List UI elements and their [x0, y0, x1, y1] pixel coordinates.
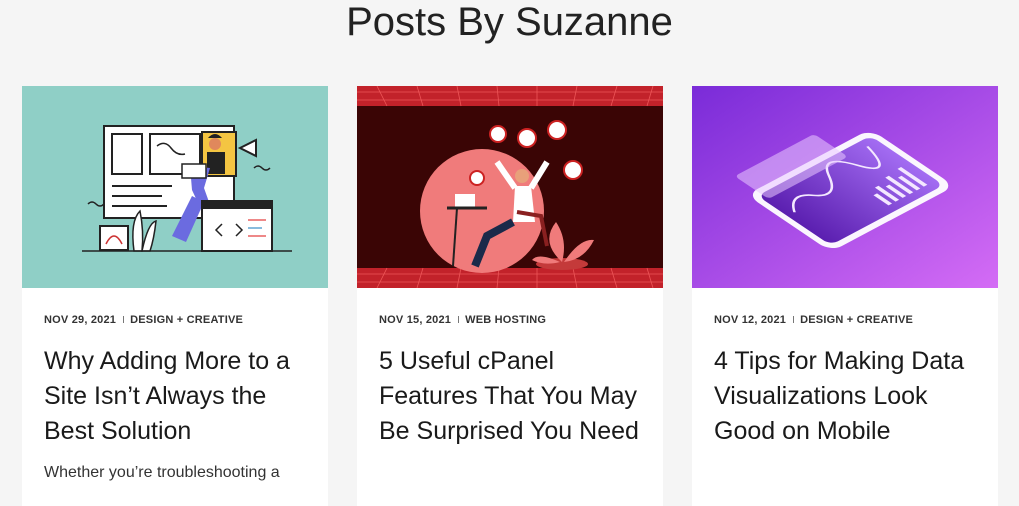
post-card[interactable]: NOV 15, 2021 WEB HOSTING 5 Useful cPanel … — [357, 86, 663, 506]
post-title-link[interactable]: 4 Tips for Making Data Visualizations Lo… — [714, 344, 989, 449]
meta-divider — [793, 316, 795, 324]
post-date: NOV 15, 2021 — [379, 314, 452, 326]
post-date: NOV 29, 2021 — [44, 314, 117, 326]
post-category-link[interactable]: WEB HOSTING — [465, 314, 546, 326]
post-thumbnail[interactable] — [22, 86, 328, 288]
post-excerpt: Whether you’re troubleshooting a — [44, 464, 280, 481]
post-card[interactable]: NOV 12, 2021 DESIGN + CREATIVE 4 Tips for… — [692, 86, 998, 506]
post-card[interactable]: NOV 29, 2021 DESIGN + CREATIVE Why Adding… — [22, 86, 328, 506]
post-thumbnail[interactable] — [357, 86, 663, 288]
mobile-chart-illustration-icon — [692, 86, 998, 288]
post-title-link[interactable]: Why Adding More to a Site Isn’t Always t… — [44, 344, 319, 449]
page-title: Posts By Suzanne — [346, 0, 673, 44]
post-meta: NOV 12, 2021 DESIGN + CREATIVE — [714, 314, 913, 326]
post-meta: NOV 29, 2021 DESIGN + CREATIVE — [44, 314, 243, 326]
meta-divider — [123, 316, 125, 324]
post-date: NOV 12, 2021 — [714, 314, 787, 326]
web-designer-illustration-icon — [22, 86, 328, 288]
meta-divider — [458, 316, 460, 324]
celebrating-user-illustration-icon — [357, 86, 663, 288]
post-category-link[interactable]: DESIGN + CREATIVE — [800, 314, 913, 326]
post-category-link[interactable]: DESIGN + CREATIVE — [130, 314, 243, 326]
post-meta: NOV 15, 2021 WEB HOSTING — [379, 314, 546, 326]
post-title-link[interactable]: 5 Useful cPanel Features That You May Be… — [379, 344, 654, 449]
post-thumbnail[interactable] — [692, 86, 998, 288]
